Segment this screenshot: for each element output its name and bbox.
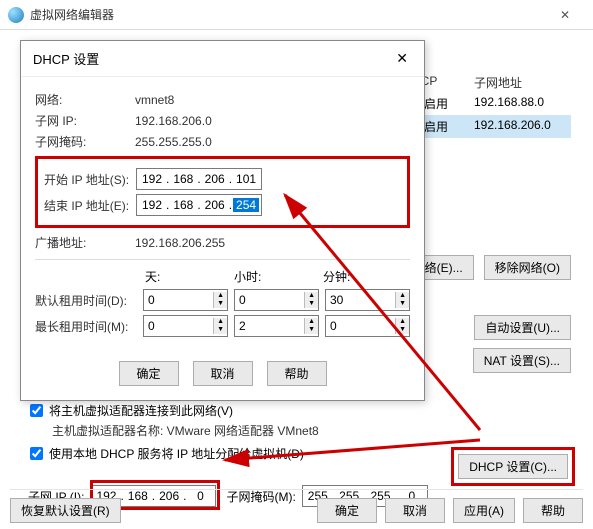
max-lease-minutes[interactable]: ▲▼ xyxy=(325,315,410,337)
lease-time-header: 天: 小时: 分钟: xyxy=(35,268,410,285)
dhcp-settings-button[interactable]: DHCP 设置(C)... xyxy=(458,454,568,479)
remove-network-button[interactable]: 移除网络(O) xyxy=(484,255,571,280)
connect-host-checkbox[interactable]: 将主机虚拟适配器连接到此网络(V) xyxy=(30,402,573,419)
dhcp-dialog-close-icon[interactable]: ✕ xyxy=(392,50,412,67)
default-lease-minutes[interactable]: ▲▼ xyxy=(325,289,410,311)
max-lease-hours[interactable]: ▲▼ xyxy=(234,315,319,337)
table-row[interactable]: 已启用 192.168.88.0 xyxy=(404,92,571,115)
dhcp-cancel-button[interactable]: 取消 xyxy=(193,361,253,386)
dialog-footer: 恢复默认设置(R) 确定 取消 应用(A) 帮助 xyxy=(10,489,583,523)
ip-range-highlight: 开始 IP 地址(S): . . . 结束 IP 地址(E): . . . xyxy=(35,156,410,228)
spin-down-icon[interactable]: ▼ xyxy=(214,300,227,308)
window-titlebar: 虚拟网络编辑器 ✕ xyxy=(0,0,593,30)
max-lease-days[interactable]: ▲▼ xyxy=(143,315,228,337)
help-button[interactable]: 帮助 xyxy=(523,498,583,523)
mask-value: 255.255.255.0 xyxy=(135,135,212,149)
broadcast-value: 192.168.206.255 xyxy=(135,236,225,250)
dhcp-dialog-title: DHCP 设置 xyxy=(33,49,392,68)
network-table-body: 已启用 192.168.88.0 已启用 192.168.206.0 xyxy=(404,92,571,138)
connect-host-checkbox-input[interactable] xyxy=(30,404,43,417)
network-value: vmnet8 xyxy=(135,93,174,107)
cancel-button[interactable]: 取消 xyxy=(385,498,445,523)
window-title: 虚拟网络编辑器 xyxy=(30,6,545,23)
ok-button[interactable]: 确定 xyxy=(317,498,377,523)
table-empty-dash: - xyxy=(527,96,531,110)
restore-defaults-button[interactable]: 恢复默认设置(R) xyxy=(10,498,121,523)
use-dhcp-checkbox-input[interactable] xyxy=(30,447,43,460)
dhcp-help-button[interactable]: 帮助 xyxy=(267,361,327,386)
dhcp-ok-button[interactable]: 确定 xyxy=(119,361,179,386)
close-icon[interactable]: ✕ xyxy=(545,8,585,22)
default-lease-days[interactable]: ▲▼ xyxy=(143,289,228,311)
app-icon xyxy=(8,7,24,23)
table-row[interactable]: 已启用 192.168.206.0 xyxy=(404,115,571,138)
adapter-name-label: 主机虚拟适配器名称: VMware 网络适配器 VMnet8 xyxy=(52,422,573,439)
dhcp-dialog: DHCP 设置 ✕ 网络:vmnet8 子网 IP:192.168.206.0 … xyxy=(20,40,425,401)
spin-up-icon[interactable]: ▲ xyxy=(214,292,227,300)
end-ip-input[interactable]: . . . xyxy=(136,194,262,216)
auto-settings-button[interactable]: 自动设置(U)... xyxy=(474,315,571,340)
apply-button[interactable]: 应用(A) xyxy=(453,498,515,523)
subnet-value: 192.168.206.0 xyxy=(135,114,212,128)
nat-settings-button[interactable]: NAT 设置(S)... xyxy=(473,348,571,373)
dhcp-settings-highlight: DHCP 设置(C)... xyxy=(451,447,575,486)
start-ip-input[interactable]: . . . xyxy=(136,168,262,190)
default-lease-hours[interactable]: ▲▼ xyxy=(234,289,319,311)
